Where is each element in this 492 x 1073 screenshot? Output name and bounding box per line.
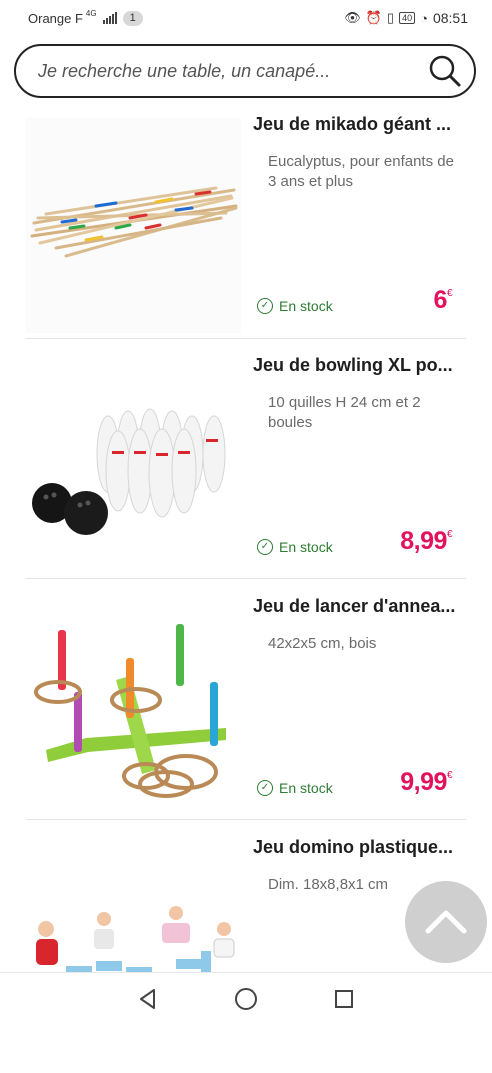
- price-currency: €: [446, 529, 453, 540]
- product-image-mikado[interactable]: [26, 118, 241, 333]
- price-currency: €: [446, 770, 453, 781]
- product-image-bowling[interactable]: [26, 359, 241, 574]
- product-description: Eucalyptus, pour enfants de 3 ans et plu…: [268, 153, 454, 190]
- product-image-ring-toss[interactable]: [26, 600, 241, 815]
- product-title[interactable]: Jeu domino plastique...: [253, 837, 468, 858]
- product-price: 8,99€: [400, 527, 452, 556]
- status-bar: Orange F 4G 1 👁 ⏰ ▯ 40 ◔ 08:51: [0, 0, 492, 36]
- product-price: 9,99€: [400, 768, 452, 797]
- divider: [26, 819, 466, 820]
- stock-label: En stock: [279, 298, 333, 314]
- check-circle-icon: ✓: [257, 539, 273, 555]
- divider: [26, 578, 466, 579]
- recents-icon[interactable]: [332, 987, 356, 1011]
- check-circle-icon: ✓: [257, 780, 273, 796]
- price-value: 6: [433, 286, 448, 314]
- signal-icon: [102, 12, 117, 24]
- stock-label: En stock: [279, 539, 333, 555]
- back-icon[interactable]: [136, 987, 160, 1011]
- check-circle-icon: ✓: [257, 298, 273, 314]
- stock-label: En stock: [279, 780, 333, 796]
- vibrate-icon: ▯: [386, 10, 395, 25]
- product-price: 6€: [433, 286, 453, 315]
- chevron-up-icon: [425, 910, 467, 934]
- product-description: 42x2x5 cm, bois: [268, 635, 377, 652]
- eye-icon: 👁: [344, 10, 361, 25]
- clock: 08:51: [432, 10, 468, 26]
- carrier-name: Orange F: [28, 10, 83, 26]
- charging-icon: ◔: [420, 10, 428, 26]
- product-card[interactable]: Jeu de bowling XL po... 10 quilles H 24 …: [26, 351, 466, 591]
- alarm-icon: ⏰: [365, 10, 382, 25]
- product-title[interactable]: Jeu de mikado géant ...: [253, 114, 468, 135]
- scroll-to-top-button[interactable]: [405, 881, 487, 963]
- search-input[interactable]: [36, 59, 428, 83]
- product-title[interactable]: Jeu de bowling XL po...: [253, 355, 468, 376]
- search-icon[interactable]: [428, 54, 462, 88]
- notification-badge: 1: [122, 10, 143, 26]
- product-card[interactable]: Jeu de lancer d'annea... 42x2x5 cm, bois…: [26, 592, 466, 832]
- stock-status: ✓ En stock: [257, 780, 333, 796]
- battery-icon: 40: [399, 12, 416, 24]
- product-description: 10 quilles H 24 cm et 2 boules: [268, 394, 421, 431]
- home-icon[interactable]: [233, 986, 259, 1012]
- search-bar[interactable]: [14, 44, 476, 98]
- product-title[interactable]: Jeu de lancer d'annea...: [253, 596, 468, 617]
- product-card[interactable]: Jeu domino plastique... Dim. 18x8,8x1 cm: [26, 833, 466, 1073]
- price-value: 9,99: [400, 768, 447, 796]
- network-type: 4G: [85, 8, 97, 18]
- price-value: 8,99: [400, 527, 447, 555]
- price-currency: €: [446, 288, 453, 299]
- divider: [26, 338, 466, 339]
- stock-status: ✓ En stock: [257, 298, 333, 314]
- stock-status: ✓ En stock: [257, 539, 333, 555]
- product-card[interactable]: Jeu de mikado géant ... Eucalyptus, pour…: [26, 110, 466, 350]
- system-nav-bar: [0, 972, 492, 1024]
